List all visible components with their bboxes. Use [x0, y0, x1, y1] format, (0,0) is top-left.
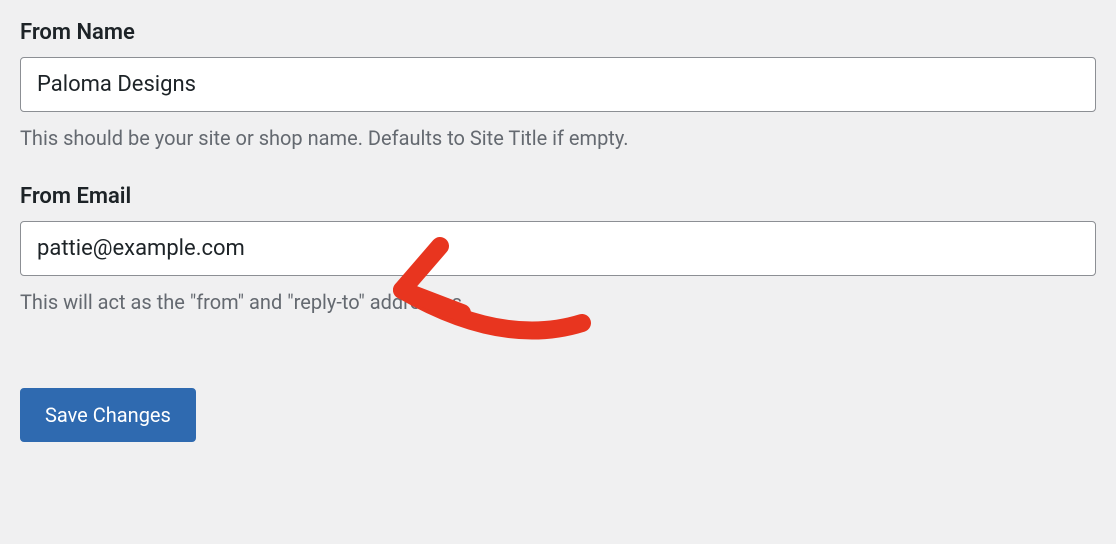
- save-changes-button[interactable]: Save Changes: [20, 388, 196, 442]
- from-name-help: This should be your site or shop name. D…: [20, 124, 1096, 152]
- from-name-field: From Name This should be your site or sh…: [20, 20, 1096, 152]
- from-name-input[interactable]: [20, 57, 1096, 112]
- from-email-label: From Email: [20, 184, 1096, 209]
- from-email-input[interactable]: [20, 221, 1096, 276]
- from-email-field: From Email This will act as the "from" a…: [20, 184, 1096, 316]
- from-email-help: This will act as the "from" and "reply-t…: [20, 288, 1096, 316]
- from-name-label: From Name: [20, 20, 1096, 45]
